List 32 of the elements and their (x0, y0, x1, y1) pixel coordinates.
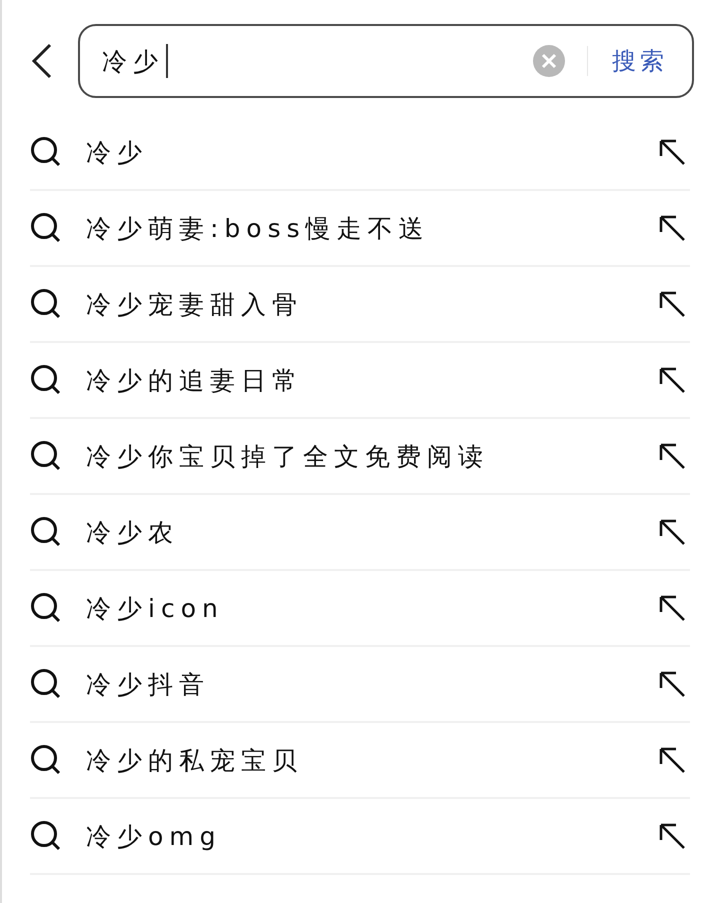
fill-query-arrow-icon[interactable] (658, 746, 686, 774)
suggestion-text[interactable]: 冷少omg (86, 820, 658, 852)
search-field[interactable]: 冷少 搜索 (78, 24, 694, 98)
search-icon (30, 136, 62, 168)
search-icon (30, 820, 62, 852)
fill-query-arrow-icon[interactable] (658, 138, 686, 166)
search-icon (30, 744, 62, 776)
suggestion-text[interactable]: 冷少你宝贝掉了全文免费阅读 (86, 440, 658, 472)
suggestion-text[interactable]: 冷少的追妻日常 (86, 364, 658, 396)
search-button[interactable]: 搜索 (612, 45, 668, 77)
suggestion-text[interactable]: 冷少的私宠宝贝 (86, 744, 658, 776)
search-icon (30, 592, 62, 624)
fill-query-arrow-icon[interactable] (658, 290, 686, 318)
fill-query-arrow-icon[interactable] (658, 594, 686, 622)
suggestion-text[interactable]: 冷少宠妻甜入骨 (86, 288, 658, 320)
search-icon (30, 288, 62, 320)
suggestion-text[interactable]: 冷少 (86, 136, 658, 168)
suggestion-text[interactable]: 冷少icon (86, 592, 658, 624)
search-icon (30, 668, 62, 700)
fill-query-arrow-icon[interactable] (658, 214, 686, 242)
fill-query-arrow-icon[interactable] (658, 366, 686, 394)
fill-query-arrow-icon[interactable] (658, 518, 686, 546)
fill-query-arrow-icon[interactable] (658, 822, 686, 850)
fill-query-arrow-icon[interactable] (658, 670, 686, 698)
search-icon (30, 364, 62, 396)
suggestion-text[interactable]: 冷少萌妻:boss慢走不送 (86, 212, 658, 244)
suggestion-text[interactable]: 冷少农 (86, 516, 658, 548)
fill-query-arrow-icon[interactable] (658, 442, 686, 470)
search-icon (30, 212, 62, 244)
suggestion-text[interactable]: 冷少抖音 (86, 668, 658, 700)
search-icon (30, 516, 62, 548)
search-icon (30, 440, 62, 472)
